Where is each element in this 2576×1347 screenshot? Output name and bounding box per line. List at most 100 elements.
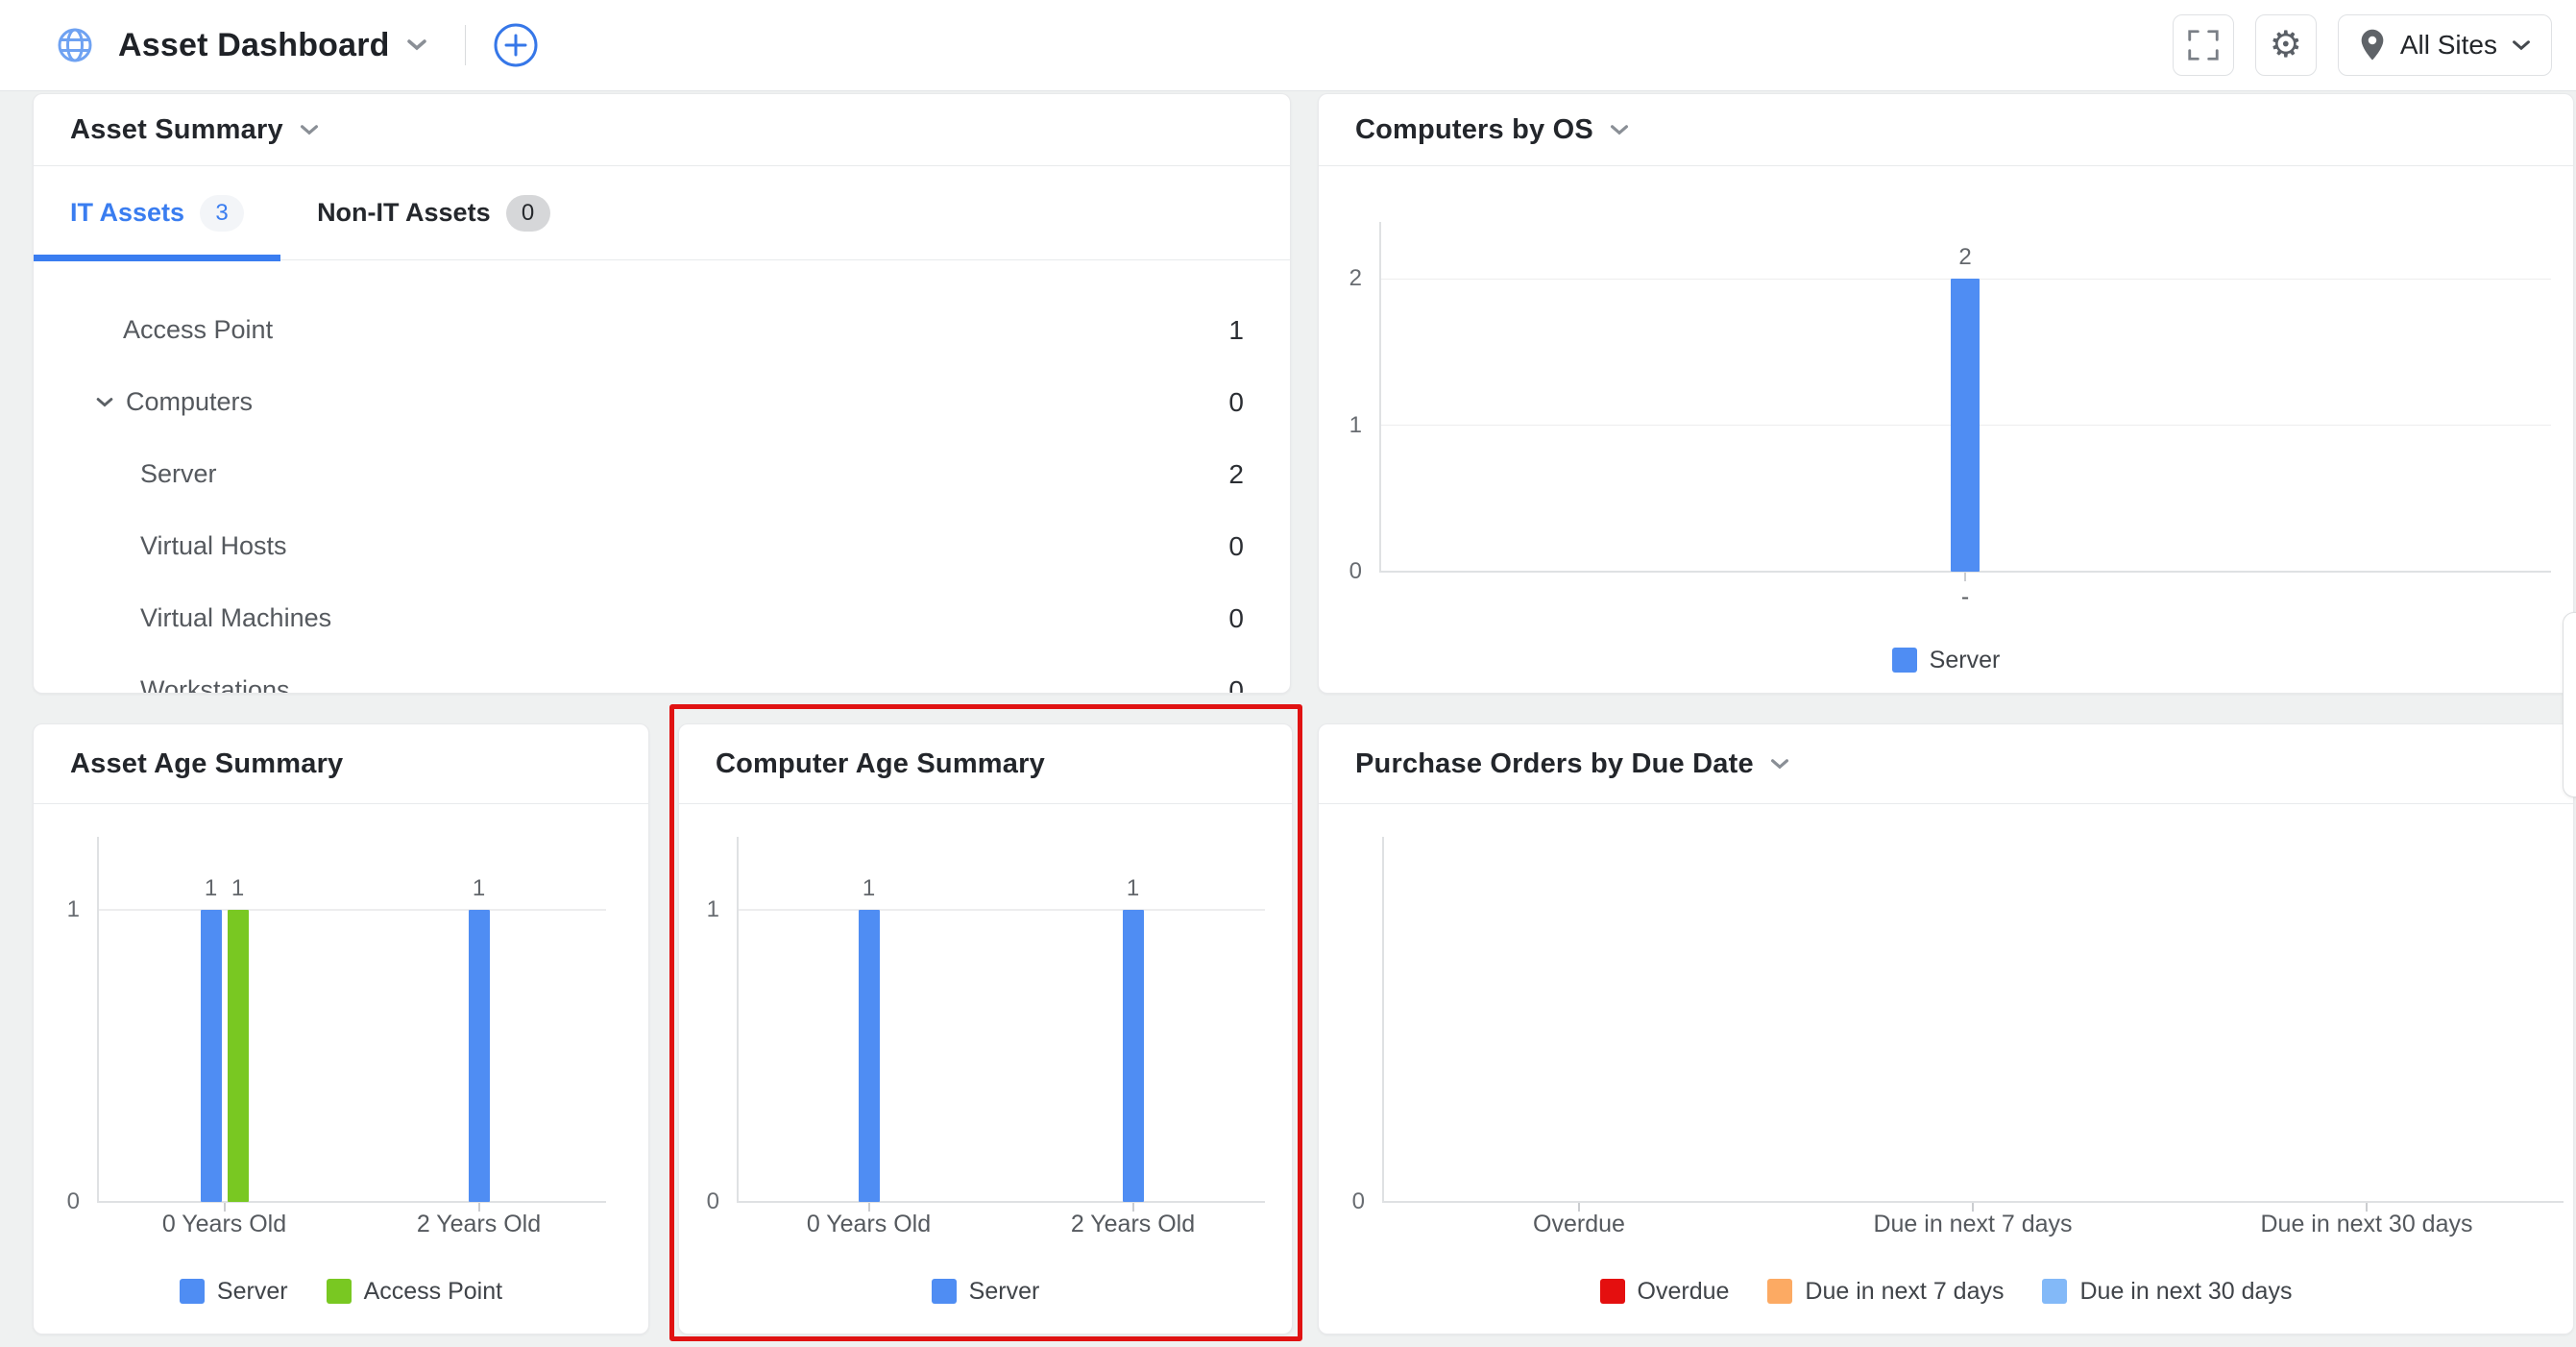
bar-chart-computers-by-os: 2102-Server <box>1319 166 2573 693</box>
legend-label: Due in next 7 days <box>1805 1278 2004 1306</box>
asset-row-label: Virtual Machines <box>34 603 331 633</box>
divider <box>465 25 466 65</box>
axis-tick-label: 2 <box>1320 265 1362 292</box>
bar[interactable] <box>201 910 222 1202</box>
legend-label: Server <box>1930 647 2001 674</box>
y-axis-line <box>1379 222 1381 572</box>
axis-tick-label: 1 <box>1320 412 1362 439</box>
side-panel-handle[interactable] <box>2563 612 2576 797</box>
legend-item[interactable]: Overdue <box>1600 1278 1730 1306</box>
legend-chip <box>1600 1279 1625 1304</box>
chart-legend: Overdue Due in next 7 days Due in next 30 … <box>1319 1275 2573 1308</box>
dashboard-selector-chevron-icon[interactable] <box>403 37 430 54</box>
axis-tick-label: 0 <box>1320 558 1362 585</box>
bar-value-label: 1 <box>450 875 508 902</box>
card-menu-chevron-icon[interactable] <box>1767 756 1792 772</box>
bar[interactable] <box>1951 279 1980 572</box>
asset-row-value: 0 <box>1228 531 1244 562</box>
tab-label: Non-IT Assets <box>317 198 491 228</box>
card-title: Computers by OS <box>1355 114 1593 146</box>
legend-chip <box>932 1279 957 1304</box>
category-label: Due in next 7 days <box>1810 1211 2136 1238</box>
legend-label: Server <box>217 1278 288 1306</box>
legend-chip <box>180 1279 205 1304</box>
legend-chip <box>1892 648 1917 673</box>
site-selector[interactable]: All Sites <box>2338 14 2552 76</box>
asset-row-label: Workstations <box>34 675 290 693</box>
card-purchase-orders-by-due-date: Purchase Orders by Due Date 0 Overdue Due … <box>1318 723 2574 1335</box>
axis-tick-label: 0 <box>1323 1188 1365 1215</box>
bar[interactable] <box>469 910 490 1202</box>
legend-label: Server <box>969 1278 1040 1306</box>
card-title: Asset Summary <box>70 114 283 146</box>
axis-tick-label: 1 <box>37 896 80 923</box>
card-menu-chevron-icon[interactable] <box>1607 122 1632 138</box>
card-computers-by-os: Computers by OS 2102-Server <box>1318 93 2574 694</box>
asset-row-label: Access Point <box>34 315 273 345</box>
y-axis-line <box>1382 837 1384 1202</box>
grid-line <box>737 1201 1265 1203</box>
legend-item[interactable]: Due in next 7 days <box>1767 1278 2004 1306</box>
asset-row[interactable]: Computers0 <box>34 366 1290 438</box>
chart-legend: Server <box>679 1275 1292 1308</box>
legend-chip <box>1767 1279 1792 1304</box>
tab-count-badge: 3 <box>200 195 244 232</box>
asset-row-value: 0 <box>1228 387 1244 418</box>
category-label: 2 Years Old <box>970 1211 1294 1238</box>
category-label: - <box>1802 583 2128 611</box>
asset-row[interactable]: Virtual Machines 0 <box>34 582 1290 654</box>
card-asset-summary: Asset Summary IT Assets 3 Non-IT Assets … <box>33 93 1291 694</box>
asset-row[interactable]: Virtual Hosts 0 <box>34 510 1290 582</box>
fullscreen-button[interactable] <box>2173 14 2234 76</box>
tab-non-it-assets[interactable]: Non-IT Assets 0 <box>280 166 587 259</box>
legend-item[interactable]: Server <box>1892 647 2001 674</box>
bar-value-label: 1 <box>1105 875 1162 902</box>
asset-row-value: 1 <box>1228 315 1244 346</box>
legend-item[interactable]: Server <box>180 1278 288 1306</box>
chart-legend: Server Access Point <box>34 1275 648 1308</box>
bar-chart-asset-age-summary: 10110 Years Old12 Years OldServerAccess … <box>34 804 648 1334</box>
legend-chip <box>327 1279 352 1304</box>
legend-item[interactable]: Due in next 30 days <box>2042 1278 2292 1306</box>
tab-count-badge: 0 <box>506 195 550 232</box>
card-menu-chevron-icon[interactable] <box>297 122 322 138</box>
globe-icon <box>53 23 97 67</box>
asset-row-value: 0 <box>1228 603 1244 634</box>
site-selector-label: All Sites <box>2400 30 2497 61</box>
add-dashboard-button[interactable] <box>491 20 541 70</box>
row-expander-icon[interactable] <box>93 395 116 410</box>
top-bar: Asset Dashboard ⚙ <box>0 0 2576 91</box>
bar-chart-purchase-orders: 0 Overdue Due in next 7 days Due in next 30… <box>1319 804 2573 1334</box>
legend-label: Access Point <box>364 1278 503 1306</box>
axis-tick-label: 1 <box>678 896 719 923</box>
legend-item[interactable]: Server <box>932 1278 1040 1306</box>
legend-label: Overdue <box>1638 1278 1730 1306</box>
grid-line <box>97 1201 606 1203</box>
tab-it-assets[interactable]: IT Assets 3 <box>34 166 280 259</box>
card-header: Asset Age Summary <box>34 724 648 804</box>
category-label: 2 Years Old <box>316 1211 643 1238</box>
legend-chip <box>2042 1279 2067 1304</box>
asset-row-value: 0 <box>1228 675 1244 694</box>
card-title: Purchase Orders by Due Date <box>1355 748 1754 780</box>
category-label: Overdue <box>1416 1211 1742 1238</box>
tab-label: IT Assets <box>70 198 184 228</box>
asset-row[interactable]: Workstations 0 <box>34 654 1290 693</box>
bar[interactable] <box>859 910 880 1202</box>
bar[interactable] <box>228 910 249 1202</box>
asset-row[interactable]: Server2 <box>34 438 1290 510</box>
fullscreen-icon <box>2190 32 2218 60</box>
settings-button[interactable]: ⚙ <box>2255 14 2317 76</box>
bar[interactable] <box>1123 910 1144 1202</box>
asset-summary-tabs: IT Assets 3 Non-IT Assets 0 <box>34 166 1290 260</box>
card-asset-age-summary: Asset Age Summary 10110 Years Old12 Year… <box>33 723 649 1335</box>
asset-type-list: Access Point1Computers0Server2Virtual Ho… <box>34 260 1290 693</box>
y-axis-line <box>737 837 739 1202</box>
chart-legend: Server <box>1319 644 2573 676</box>
asset-row-label: Virtual Hosts <box>34 531 287 561</box>
bar-chart-computer-age-summary: 1010 Years Old12 Years OldServer <box>679 804 1292 1334</box>
card-header: Purchase Orders by Due Date <box>1319 724 2573 804</box>
legend-item[interactable]: Access Point <box>327 1278 503 1306</box>
asset-row[interactable]: Access Point 1 <box>34 294 1290 366</box>
card-title: Asset Age Summary <box>70 748 343 780</box>
